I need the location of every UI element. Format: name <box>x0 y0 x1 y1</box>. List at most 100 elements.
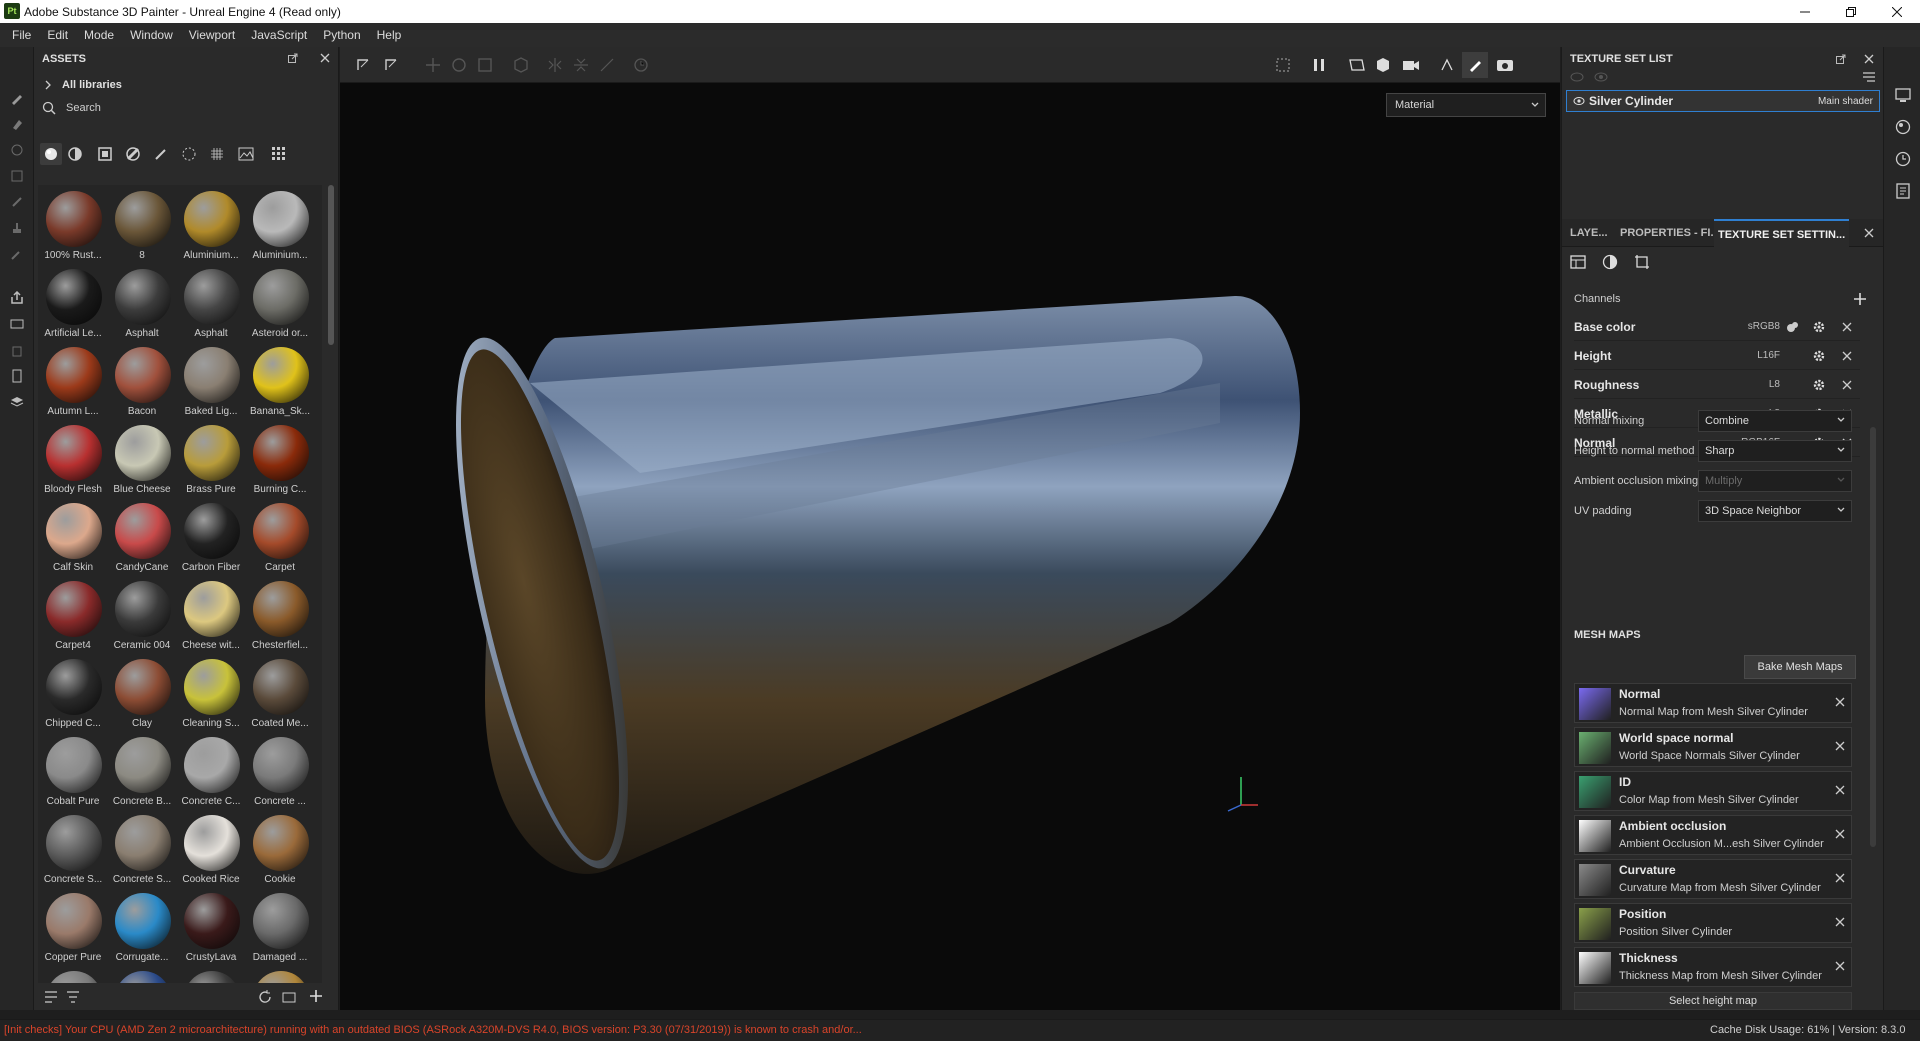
mesh-map-item[interactable]: Curvature Curvature Map from Mesh Silver … <box>1574 859 1852 899</box>
asset-item[interactable]: Bacon <box>107 345 175 423</box>
object-icon[interactable] <box>510 55 532 75</box>
3d-viewport[interactable] <box>340 83 1560 1010</box>
asset-item[interactable] <box>245 969 313 983</box>
filter-environments-icon[interactable] <box>238 147 254 161</box>
shader-settings-icon[interactable] <box>1895 119 1911 135</box>
2d-view-icon[interactable] <box>1346 55 1368 75</box>
log-icon[interactable] <box>1895 183 1911 199</box>
asset-item[interactable]: Brass Pure <box>176 423 244 501</box>
asset-item[interactable]: Calf Skin <box>38 501 106 579</box>
mirror-diagonal-icon[interactable] <box>596 55 618 75</box>
height-to-normal-select[interactable]: Sharp <box>1698 440 1852 462</box>
close-icon[interactable] <box>1835 961 1845 971</box>
normal-mixing-select[interactable]: Combine <box>1698 410 1852 432</box>
menu-edit[interactable]: Edit <box>39 28 76 42</box>
tab-texture-set-settings[interactable]: TEXTURE SET SETTIN... <box>1714 219 1850 247</box>
asset-scrollbar[interactable] <box>328 185 334 345</box>
close-icon[interactable] <box>1842 380 1852 390</box>
visibility-icon[interactable] <box>1594 71 1608 83</box>
menu-window[interactable]: Window <box>122 28 181 42</box>
eye-icon[interactable] <box>1573 96 1585 106</box>
mesh-map-item[interactable]: Normal Normal Map from Mesh Silver Cylind… <box>1574 683 1852 723</box>
geometry-mask-icon[interactable] <box>6 165 28 187</box>
filter-materials-icon[interactable] <box>40 143 62 165</box>
asset-item[interactable]: Bloody Flesh <box>38 423 106 501</box>
asset-item[interactable] <box>176 969 244 983</box>
asset-item[interactable]: Cleaning S... <box>176 657 244 735</box>
asset-item[interactable]: Coated Me... <box>245 657 313 735</box>
3d-view-icon[interactable] <box>1372 55 1394 75</box>
menu-javascript[interactable]: JavaScript <box>243 28 315 42</box>
filter-list-icon[interactable] <box>66 991 80 1003</box>
asset-item[interactable]: Asphalt <box>107 267 175 345</box>
gear-icon[interactable] <box>1812 320 1826 334</box>
picker-icon[interactable] <box>6 243 28 265</box>
shader-name[interactable]: Main shader <box>1818 96 1873 107</box>
folder-icon[interactable] <box>282 990 296 1004</box>
texture-set-silver-cylinder[interactable]: Silver Cylinder Main shader <box>1566 90 1880 112</box>
menu-icon[interactable] <box>1862 71 1876 83</box>
menu-file[interactable]: File <box>4 28 39 42</box>
bake-mesh-maps-button[interactable]: Bake Mesh Maps <box>1744 655 1856 679</box>
menu-viewport[interactable]: Viewport <box>181 28 243 42</box>
pause-icon[interactable] <box>1308 55 1330 75</box>
search-input[interactable]: Search <box>66 102 101 114</box>
search-field[interactable]: Search <box>42 97 322 119</box>
paint-brush-icon[interactable] <box>6 87 28 109</box>
asset-item[interactable]: Concrete C... <box>176 735 244 813</box>
asset-item[interactable]: 8 <box>107 189 175 267</box>
asset-item[interactable]: Concrete S... <box>38 813 106 891</box>
channel-row[interactable]: Roughness L8 <box>1574 371 1860 399</box>
asset-item[interactable]: Cooked Rice <box>176 813 244 891</box>
asset-item[interactable]: Carpet <box>245 501 313 579</box>
close-icon[interactable] <box>1864 228 1874 238</box>
asset-item[interactable]: Aluminium... <box>176 189 244 267</box>
gear-icon[interactable] <box>1812 349 1826 363</box>
close-icon[interactable] <box>1842 351 1852 361</box>
close-icon[interactable] <box>1835 741 1845 751</box>
mesh-map-item[interactable]: Thickness Thickness Map from Mesh Silver … <box>1574 947 1852 987</box>
asset-item[interactable]: Cookie <box>245 813 313 891</box>
symmetry-icon[interactable] <box>1436 55 1458 75</box>
close-icon[interactable] <box>1842 322 1852 332</box>
asset-item[interactable]: Clay <box>107 657 175 735</box>
trash-icon[interactable] <box>6 339 28 361</box>
asset-item[interactable]: Artificial Le... <box>38 267 106 345</box>
asset-item[interactable]: Cheese wit... <box>176 579 244 657</box>
asset-item[interactable]: CrustyLava <box>176 891 244 969</box>
uv-transform-icon[interactable] <box>380 55 402 75</box>
asset-item[interactable]: Damaged ... <box>245 891 313 969</box>
filter-brushes-icon[interactable] <box>154 147 168 161</box>
filter-masks-icon[interactable] <box>126 147 140 161</box>
reset-icon[interactable] <box>630 55 652 75</box>
mesh-map-item[interactable]: Ambient occlusion Ambient Occlusion M...e… <box>1574 815 1852 855</box>
menu-help[interactable]: Help <box>369 28 410 42</box>
undock-icon[interactable] <box>1836 54 1846 64</box>
camera-icon[interactable] <box>1400 55 1422 75</box>
close-icon[interactable] <box>1835 873 1845 883</box>
mesh-map-item[interactable]: ID Color Map from Mesh Silver Cylinder <box>1574 771 1852 811</box>
menu-python[interactable]: Python <box>315 28 368 42</box>
close-icon[interactable] <box>1835 785 1845 795</box>
smudge-icon[interactable] <box>6 191 28 213</box>
close-icon[interactable] <box>320 53 330 63</box>
asset-item[interactable]: Asphalt <box>176 267 244 345</box>
filter-smart-materials-icon[interactable] <box>68 147 82 161</box>
export-icon[interactable] <box>6 287 28 309</box>
color-profile-icon[interactable] <box>1786 320 1800 334</box>
mesh-map-item[interactable]: Position Position Silver Cylinder <box>1574 903 1852 943</box>
channel-row[interactable]: Base color sRGB8 <box>1574 313 1860 341</box>
asset-item[interactable]: Baked Lig... <box>176 345 244 423</box>
gear-icon[interactable] <box>1812 378 1826 392</box>
asset-item[interactable]: Carpet4 <box>38 579 106 657</box>
asset-item[interactable]: Concrete ... <box>245 735 313 813</box>
transform-icon[interactable] <box>352 55 374 75</box>
rotate-icon[interactable] <box>448 55 470 75</box>
status-warning-message[interactable]: [Init checks] Your CPU (AMD Zen 2 microa… <box>4 1024 862 1036</box>
channel-format[interactable]: sRGB8 <box>1714 321 1780 332</box>
channel-format[interactable]: L8 <box>1714 379 1780 390</box>
paint-mode-icon[interactable] <box>1462 52 1488 78</box>
channel-row[interactable]: Height L16F <box>1574 342 1860 370</box>
asset-item[interactable]: Cobalt Pure <box>38 735 106 813</box>
sort-icon[interactable] <box>44 991 58 1003</box>
